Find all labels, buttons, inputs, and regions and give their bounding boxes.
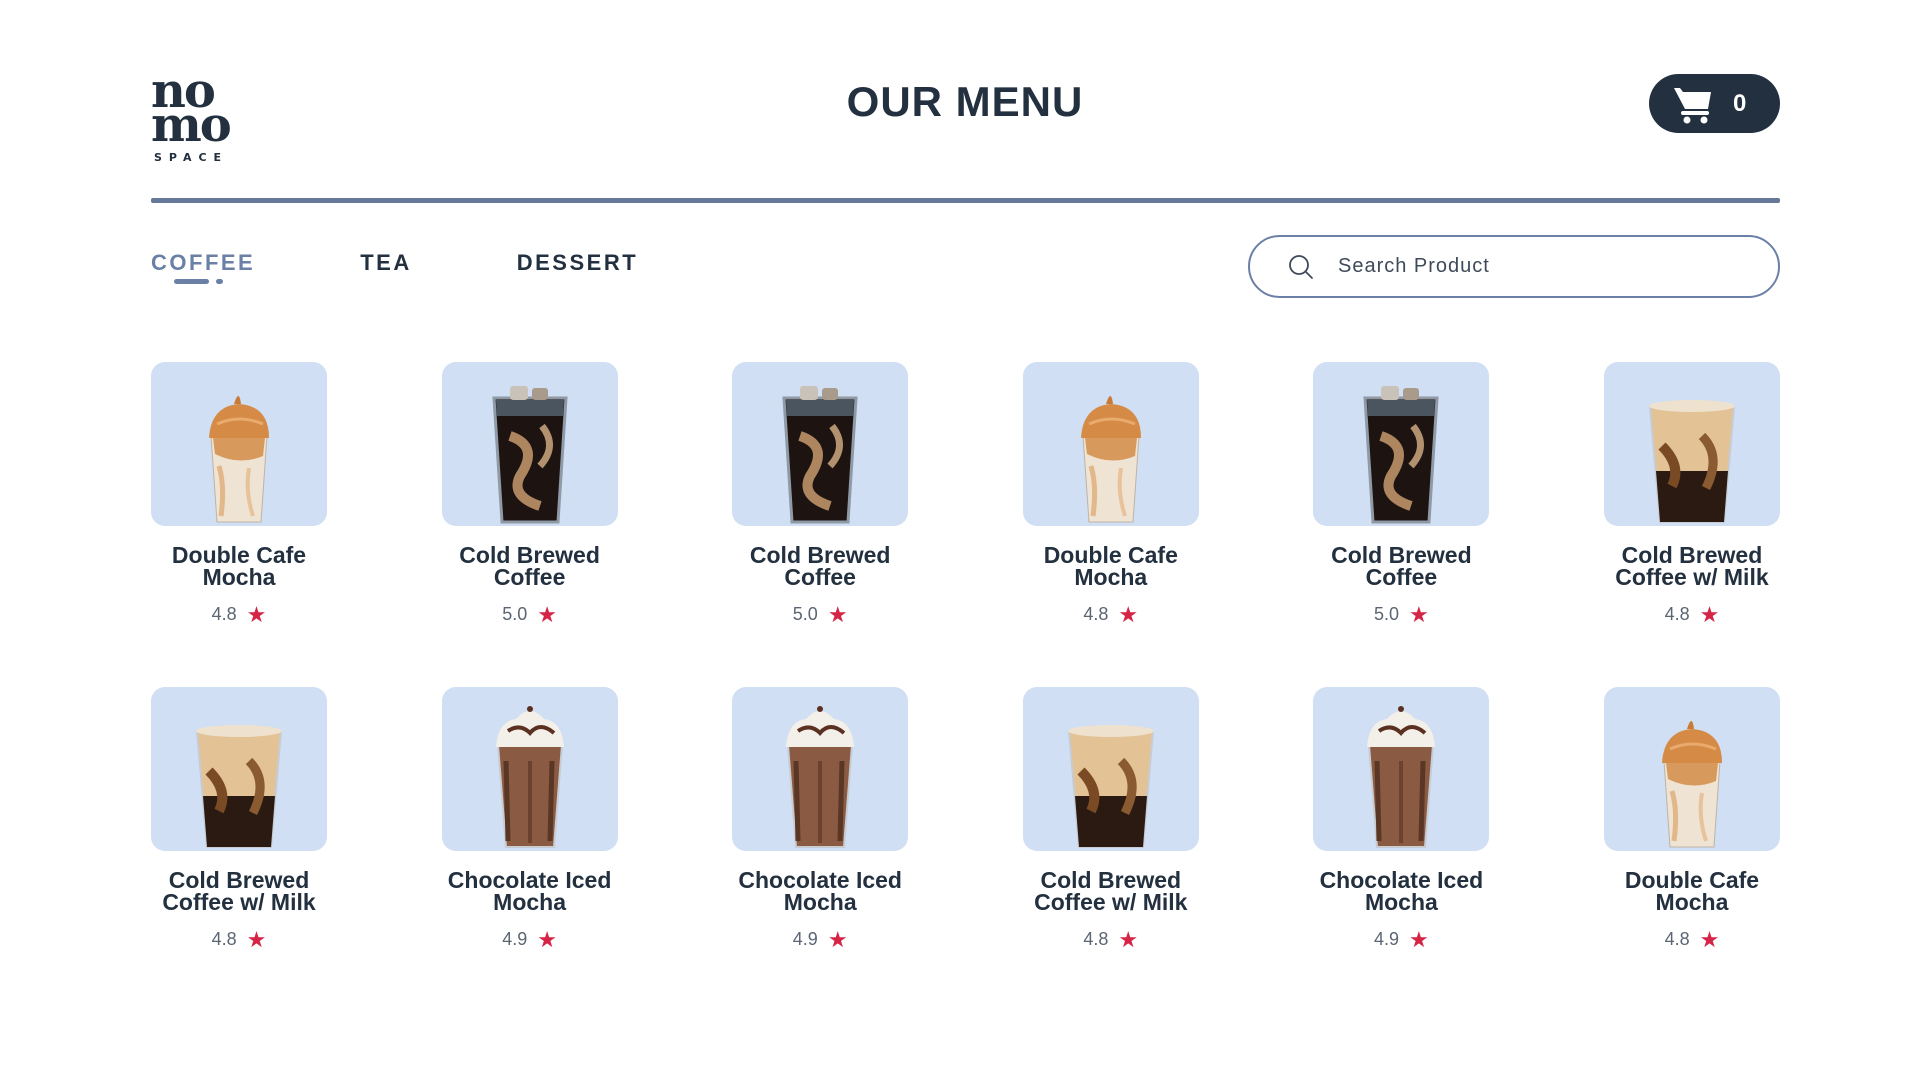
iced-latte-icon [179, 701, 299, 851]
product-image[interactable] [151, 362, 327, 526]
iced-mocha-icon [470, 701, 590, 851]
dalgona-icon [1051, 376, 1171, 526]
cold-brew-icon [470, 376, 590, 526]
cart-count: 0 [1733, 89, 1747, 117]
product-rating: 4.8 ★ [211, 926, 267, 952]
star-icon: ★ [1699, 601, 1720, 627]
rating-value: 4.8 [1664, 604, 1690, 624]
product-image[interactable] [732, 362, 909, 526]
product-image[interactable] [1313, 362, 1490, 526]
cold-brew-icon [760, 376, 880, 526]
star-icon: ★ [537, 926, 557, 952]
product-rating: 4.8 ★ [211, 601, 267, 627]
product-rating: 4.9 ★ [502, 926, 557, 952]
product-name: Double Cafe Mocha [1624, 867, 1760, 915]
star-icon: ★ [1118, 926, 1139, 952]
product-rating: 5.0 ★ [502, 601, 557, 627]
rating-value: 5.0 [792, 604, 818, 624]
product-name: Cold Brewed Coffee [1331, 542, 1472, 590]
product-image[interactable] [151, 687, 327, 851]
product-rating: 4.8 ★ [1083, 926, 1139, 952]
product-card[interactable]: Cold Brewed Coffee w/ Milk 4.8 ★ [151, 687, 327, 950]
product-image[interactable] [1313, 687, 1490, 851]
iced-latte-icon [1632, 376, 1752, 526]
product-name: Chocolate Iced Mocha [1319, 867, 1484, 915]
product-name: Chocolate Iced Mocha [738, 867, 902, 915]
cart-button[interactable]: 0 [1649, 74, 1780, 133]
product-image[interactable] [1022, 362, 1199, 526]
product-name: Double Cafe Mocha [171, 542, 307, 590]
dalgona-icon [1632, 701, 1752, 851]
product-rating: 4.9 ★ [1373, 926, 1429, 952]
category-tabs: COFFEE TEA DESSERT [151, 250, 638, 276]
product-card[interactable]: Chocolate Iced Mocha 4.9 ★ [1313, 687, 1490, 952]
product-rating: 4.8 ★ [1664, 926, 1720, 952]
product-image[interactable] [441, 687, 618, 851]
search-input[interactable] [1338, 255, 1738, 278]
product-rating: 4.8 ★ [1083, 601, 1139, 627]
rating-value: 4.8 [211, 604, 237, 624]
product-rating: 4.8 ★ [1664, 601, 1720, 627]
iced-mocha-icon [1341, 701, 1461, 851]
product-rating: 5.0 ★ [1373, 601, 1429, 627]
star-icon: ★ [1409, 601, 1429, 627]
product-name: Double Cafe Mocha [1043, 542, 1178, 590]
product-image[interactable] [441, 362, 618, 526]
product-name: Cold Brewed Coffee [749, 542, 891, 590]
product-name: Cold Brewed Coffee w/ Milk [162, 867, 316, 915]
dalgona-icon [179, 376, 299, 526]
iced-mocha-icon [760, 701, 880, 851]
star-icon: ★ [1409, 926, 1429, 952]
product-card[interactable]: Cold Brewed Coffee w/ Milk 4.8 ★ [1603, 362, 1780, 627]
product-card[interactable]: Double Cafe Mocha 4.8 ★ [1603, 687, 1780, 952]
rating-value: 4.8 [1083, 604, 1109, 624]
product-image[interactable] [1603, 362, 1780, 526]
product-card[interactable]: Cold Brewed Coffee 5.0 ★ [441, 362, 618, 627]
product-name: Chocolate Iced Mocha [447, 867, 612, 915]
header-divider [151, 198, 1780, 203]
rating-value: 4.9 [792, 929, 818, 949]
product-card[interactable]: Chocolate Iced Mocha 4.9 ★ [441, 687, 618, 952]
product-name: Cold Brewed Coffee w/ Milk [1034, 867, 1188, 915]
product-name: Cold Brewed Coffee [459, 542, 600, 590]
search-box[interactable] [1248, 235, 1780, 298]
product-card[interactable]: Double Cafe Mocha 4.8 ★ [1022, 362, 1199, 627]
product-grid: Double Cafe Mocha 4.8 ★ Cold Brewed Coffee 5… [151, 362, 1780, 950]
product-image[interactable] [1022, 687, 1199, 851]
star-icon: ★ [1699, 926, 1720, 952]
tab-dessert[interactable]: DESSERT [517, 250, 638, 276]
rating-value: 5.0 [502, 604, 528, 624]
rating-value: 4.9 [1373, 929, 1400, 949]
tab-coffee[interactable]: COFFEE [151, 250, 255, 276]
star-icon: ★ [537, 601, 557, 627]
product-rating: 5.0 ★ [792, 601, 848, 627]
star-icon: ★ [827, 601, 848, 627]
search-icon [1289, 254, 1313, 279]
iced-latte-icon [1051, 701, 1171, 851]
cart-icon [1674, 87, 1711, 123]
product-card[interactable]: Double Cafe Mocha 4.8 ★ [151, 362, 327, 625]
product-rating: 4.9 ★ [792, 926, 848, 952]
rating-value: 4.8 [1083, 929, 1109, 949]
star-icon: ★ [1118, 601, 1139, 627]
product-image[interactable] [1603, 687, 1780, 851]
product-name: Cold Brewed Coffee w/ Milk [1615, 542, 1769, 590]
tab-tea[interactable]: TEA [360, 250, 412, 276]
product-card[interactable]: Cold Brewed Coffee 5.0 ★ [732, 362, 909, 627]
product-image[interactable] [732, 687, 909, 851]
star-icon: ★ [246, 926, 267, 952]
product-card[interactable]: Cold Brewed Coffee 5.0 ★ [1313, 362, 1490, 627]
page-title: OUR MENU [846, 78, 1084, 125]
product-card[interactable]: Cold Brewed Coffee w/ Milk 4.8 ★ [1022, 687, 1199, 952]
star-icon: ★ [827, 926, 848, 952]
star-icon: ★ [246, 601, 267, 627]
rating-value: 4.8 [1664, 929, 1690, 949]
rating-value: 4.9 [502, 929, 528, 949]
product-card[interactable]: Chocolate Iced Mocha 4.9 ★ [732, 687, 909, 952]
rating-value: 5.0 [1373, 604, 1400, 624]
rating-value: 4.8 [211, 929, 237, 949]
cold-brew-icon [1341, 376, 1461, 526]
